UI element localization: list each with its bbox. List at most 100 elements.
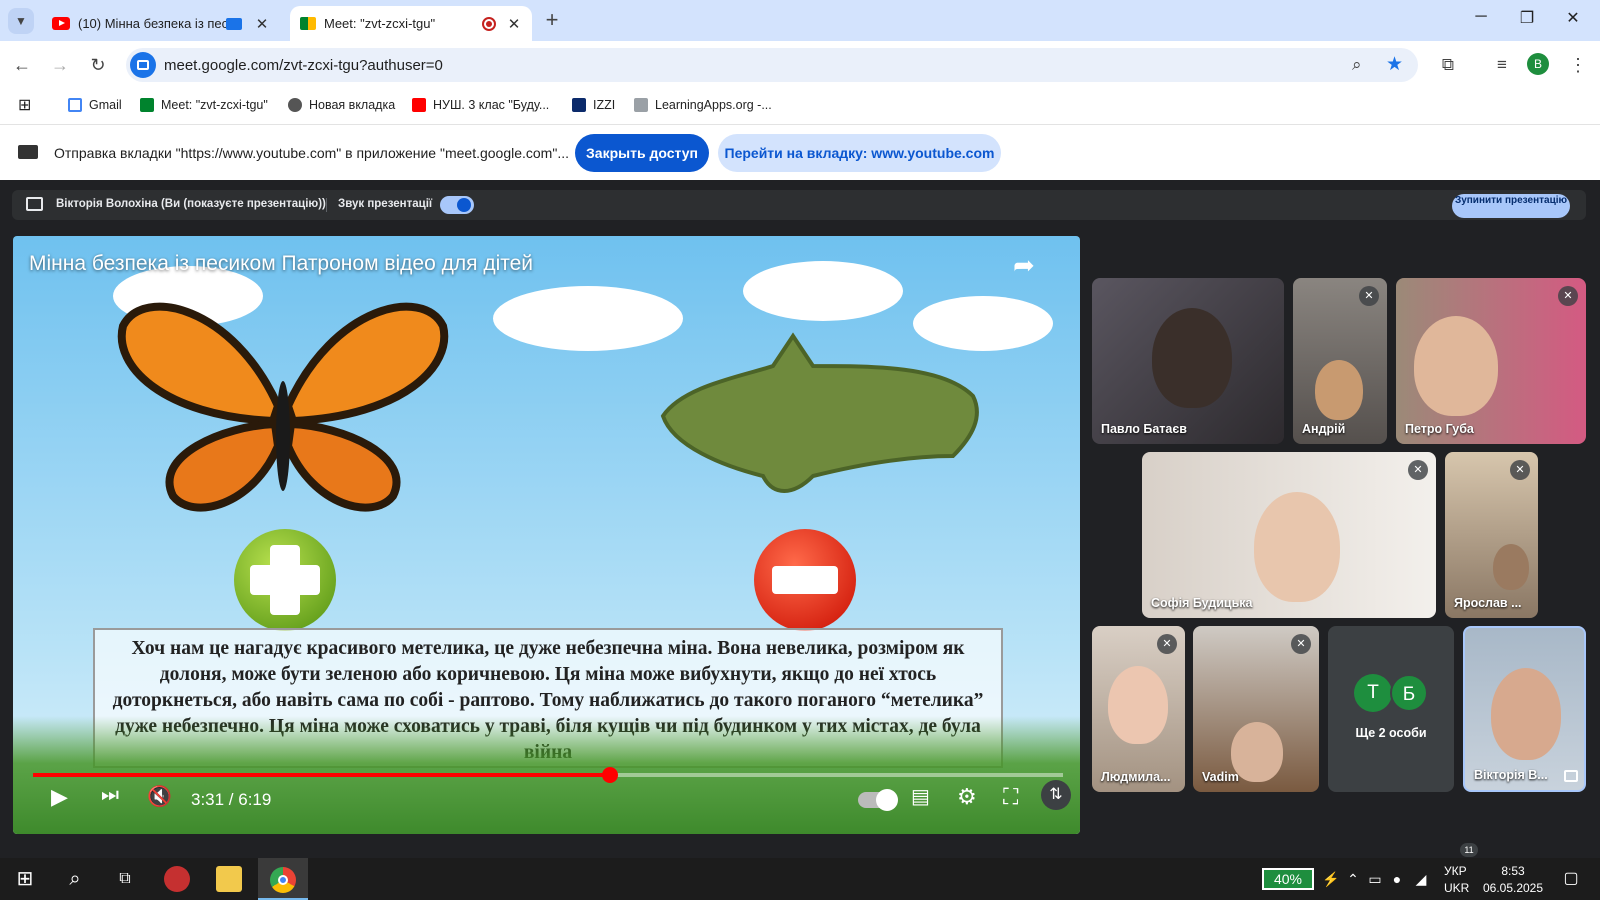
screen-share-icon xyxy=(18,145,38,159)
tab-strip: ▼ (10) Мінна безпека із песи ✕ Meet: "zv… xyxy=(0,0,1600,41)
video-progress-bar[interactable] xyxy=(33,767,1063,783)
progress-fill xyxy=(33,773,610,777)
audio-toggle[interactable] xyxy=(440,196,474,214)
divider xyxy=(326,198,327,212)
battery-indicator[interactable]: 40% xyxy=(1262,868,1314,890)
media-controls-icon[interactable]: ≡ xyxy=(1490,53,1514,77)
bookmark-learningapps[interactable]: LearningApps.org -... xyxy=(634,98,772,112)
audio-label: Звук презентації xyxy=(338,198,433,210)
next-icon[interactable]: ⏭ xyxy=(101,784,119,807)
url-text: meet.google.com/zvt-zcxi-tgu?authuser=0 xyxy=(164,57,443,74)
play-icon[interactable]: ▶ xyxy=(51,784,68,810)
bookmark-new-tab[interactable]: Новая вкладка xyxy=(288,98,395,112)
bookmark-gmail[interactable]: Gmail xyxy=(68,98,122,112)
profile-avatar[interactable]: B xyxy=(1527,53,1549,75)
clock[interactable]: 8:53 06.05.2025 xyxy=(1476,863,1550,897)
autoplay-toggle[interactable] xyxy=(858,789,898,811)
presentation-bar: Вікторія Волохіна (Ви (показуєте презент… xyxy=(12,190,1586,220)
mic-off-icon: ✕ xyxy=(1291,634,1311,654)
site-info-icon[interactable] xyxy=(130,52,156,78)
menu-icon[interactable]: ⋮ xyxy=(1566,53,1590,77)
meet-icon xyxy=(300,17,316,30)
participant-tile[interactable]: ✕ Андрій xyxy=(1293,278,1387,444)
sharing-message: Отправка вкладки "https://www.youtube.co… xyxy=(54,145,569,161)
wifi-icon[interactable]: ◢ xyxy=(1408,866,1434,892)
meet-stage: Вікторія Волохіна (Ви (показуєте презент… xyxy=(0,180,1600,858)
minus-icon xyxy=(754,529,856,631)
bookmarks-bar: ⊞ Gmail Meet: "zvt-zcxi-tgu" Новая вклад… xyxy=(0,89,1600,125)
bookmark-nush[interactable]: НУШ. 3 клас "Буду... xyxy=(412,98,549,112)
reload-icon[interactable]: ↻ xyxy=(86,53,110,77)
new-tab-button[interactable]: + xyxy=(540,8,564,32)
muted-icon[interactable]: 🔇 xyxy=(147,784,172,809)
microphone-icon[interactable]: ● xyxy=(1384,866,1410,892)
clock-time: 8:53 xyxy=(1501,864,1525,878)
participant-video xyxy=(1254,492,1340,602)
back-icon[interactable]: ← xyxy=(10,53,34,77)
minimize-icon[interactable]: ─ xyxy=(1458,8,1504,32)
stop-sharing-button[interactable]: Закрыть доступ xyxy=(575,134,709,172)
participant-tile-self[interactable]: Вікторія В... xyxy=(1463,626,1586,792)
youtube-icon xyxy=(52,17,70,30)
participant-name: Софія Будицька xyxy=(1151,596,1253,610)
search-icon[interactable]: ⌕ xyxy=(62,866,88,892)
mic-off-icon: ✕ xyxy=(1558,286,1578,306)
subtitles-icon[interactable]: ▤ xyxy=(911,784,930,809)
participant-tile[interactable]: ✕ Людмила... xyxy=(1092,626,1185,792)
youtube-icon xyxy=(412,98,426,112)
shared-video[interactable]: Мінна безпека із песиком Патроном відео … xyxy=(13,236,1080,834)
participant-video xyxy=(1315,360,1363,420)
switch-tab-button[interactable]: Перейти на вкладку: www.youtube.com xyxy=(718,134,1001,172)
extensions-icon[interactable]: ⧉ xyxy=(1436,53,1460,77)
mic-off-icon: ✕ xyxy=(1157,634,1177,654)
participant-tile[interactable]: ✕ Ярослав ... xyxy=(1445,452,1538,618)
participant-video xyxy=(1414,316,1498,416)
address-bar[interactable]: meet.google.com/zvt-zcxi-tgu?authuser=0 … xyxy=(126,48,1418,82)
bookmark-izzi[interactable]: IZZI xyxy=(572,98,615,112)
settings-icon[interactable]: ⚙ xyxy=(957,784,977,810)
language-top: УКР xyxy=(1444,864,1467,878)
fullscreen-icon[interactable]: ⛶ xyxy=(1003,784,1018,810)
participant-name: Вікторія В... xyxy=(1474,768,1548,782)
present-icon xyxy=(26,197,43,211)
close-tab-icon[interactable]: ✕ xyxy=(506,15,522,33)
chrome-taskbar-button[interactable] xyxy=(258,858,308,900)
participant-tile[interactable]: ✕ Петро Губа xyxy=(1396,278,1586,444)
participant-tile[interactable]: ✕ Vadim xyxy=(1193,626,1319,792)
globe-icon xyxy=(288,98,302,112)
participant-avatar: Б xyxy=(1390,674,1428,712)
windows-start-icon[interactable]: ⊞ xyxy=(12,866,38,892)
language-indicator[interactable]: УКР UKR xyxy=(1444,863,1469,897)
zoom-icon[interactable]: ⌕ xyxy=(1352,55,1362,75)
participant-tile[interactable]: Павло Батаєв xyxy=(1092,278,1284,444)
video-time: 3:31 / 6:19 xyxy=(191,790,272,809)
close-window-icon[interactable]: ✕ xyxy=(1550,8,1596,32)
progress-scrubber[interactable] xyxy=(601,767,618,783)
pin-icon[interactable] xyxy=(1564,770,1578,782)
app-icon[interactable] xyxy=(164,866,190,892)
participant-video xyxy=(1491,668,1561,760)
more-participants-tile[interactable]: Т Б Ще 2 особи xyxy=(1328,626,1454,792)
bookmark-meet[interactable]: Meet: "zvt-zcxi-tgu" xyxy=(140,98,268,112)
tab-title: Meet: "zvt-zcxi-tgu" xyxy=(324,16,436,31)
file-explorer-icon[interactable] xyxy=(216,866,242,892)
notifications-icon[interactable]: ▢ xyxy=(1558,866,1584,892)
recording-icon xyxy=(482,16,496,31)
bookmark-star-icon[interactable]: ★ xyxy=(1386,53,1403,76)
participant-avatar: Т xyxy=(1354,674,1392,712)
share-icon[interactable]: ➦ xyxy=(1013,250,1035,281)
task-view-icon[interactable]: ⧉ xyxy=(112,866,138,892)
swap-icon[interactable]: ⇅ xyxy=(1041,780,1071,810)
forward-icon[interactable]: → xyxy=(48,53,72,77)
apps-icon[interactable]: ⊞ xyxy=(18,95,31,115)
tab-search-button[interactable]: ▼ xyxy=(8,8,34,34)
tab-meet[interactable]: Meet: "zvt-zcxi-tgu" ✕ xyxy=(290,6,532,41)
windows-taskbar: ⊞ ⌕ ⧉ 40% ⚡ ⌃ ▭ ● ◢ УКР UKR 8:53 06.05.2… xyxy=(0,858,1600,900)
tab-youtube[interactable]: (10) Мінна безпека із песи ✕ xyxy=(42,6,280,41)
restore-icon[interactable]: ❐ xyxy=(1504,8,1550,32)
participant-tile[interactable]: ✕ Софія Будицька xyxy=(1142,452,1436,618)
mine-image xyxy=(660,332,979,493)
stop-presenting-button[interactable]: Зупинити презентацію xyxy=(1452,194,1570,218)
learningapps-icon xyxy=(634,98,648,112)
close-tab-icon[interactable]: ✕ xyxy=(254,15,270,33)
